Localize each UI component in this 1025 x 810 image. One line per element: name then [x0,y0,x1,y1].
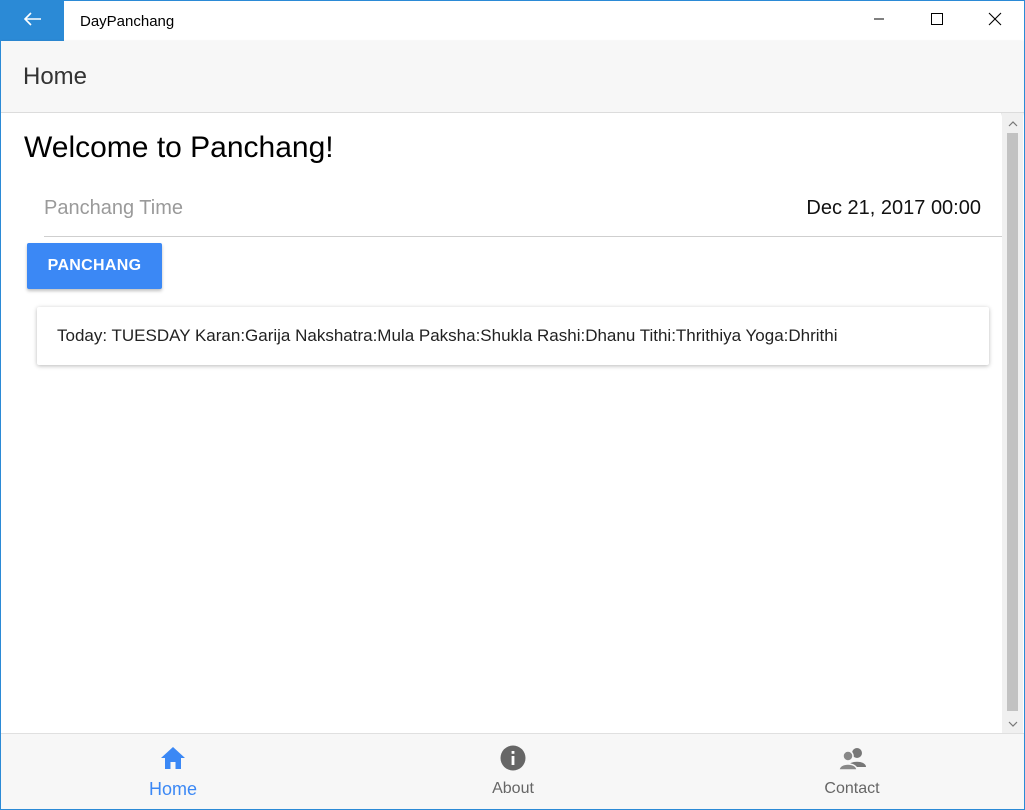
close-button[interactable] [966,1,1024,41]
panchang-button[interactable]: PANCHANG [27,243,162,289]
nav-label-home: Home [148,779,197,799]
chevron-down-icon [1008,714,1018,732]
app-bar: Home [1,41,1024,113]
bottom-navigation: Home About Contact [1,733,1024,809]
vertical-scrollbar[interactable] [1002,113,1023,733]
panchang-time-value[interactable]: Dec 21, 2017 00:00 [806,197,981,220]
panchang-time-picker[interactable]: Panchang Time Dec 21, 2017 00:00 [44,181,1002,237]
back-arrow-icon [23,11,42,31]
nav-item-contact[interactable]: Contact [792,734,912,809]
nav-item-about[interactable]: About [453,734,573,809]
minimize-icon [873,12,885,30]
page-title: Home [23,63,88,90]
maximize-icon [931,12,943,30]
nav-item-home[interactable]: Home [113,734,233,809]
app-window: DayPanchang Home Welcome to Panchang! Pa… [0,0,1025,810]
panchang-time-label: Panchang Time [44,197,183,219]
window-title: DayPanchang [80,12,175,30]
window-controls [850,1,1024,41]
welcome-heading: Welcome to Panchang! [24,131,334,164]
close-icon [988,12,1002,31]
scroll-thumb[interactable] [1007,133,1018,711]
scroll-up-button[interactable] [1002,115,1023,131]
minimize-button[interactable] [850,1,908,41]
nav-label-contact: Contact [824,780,880,797]
result-text: Today: TUESDAY Karan:Garija Nakshatra:Mu… [57,326,838,345]
nav-label-about: About [492,780,534,797]
main-content: Welcome to Panchang! Panchang Time Dec 2… [1,113,1002,733]
home-icon [159,744,187,772]
scroll-down-button[interactable] [1002,715,1023,731]
contacts-icon [838,744,866,772]
maximize-button[interactable] [908,1,966,41]
chevron-up-icon [1008,114,1018,132]
title-bar: DayPanchang [1,1,1024,41]
info-icon [499,744,527,772]
result-card: Today: TUESDAY Karan:Garija Nakshatra:Mu… [37,307,989,365]
back-button[interactable] [1,1,64,41]
